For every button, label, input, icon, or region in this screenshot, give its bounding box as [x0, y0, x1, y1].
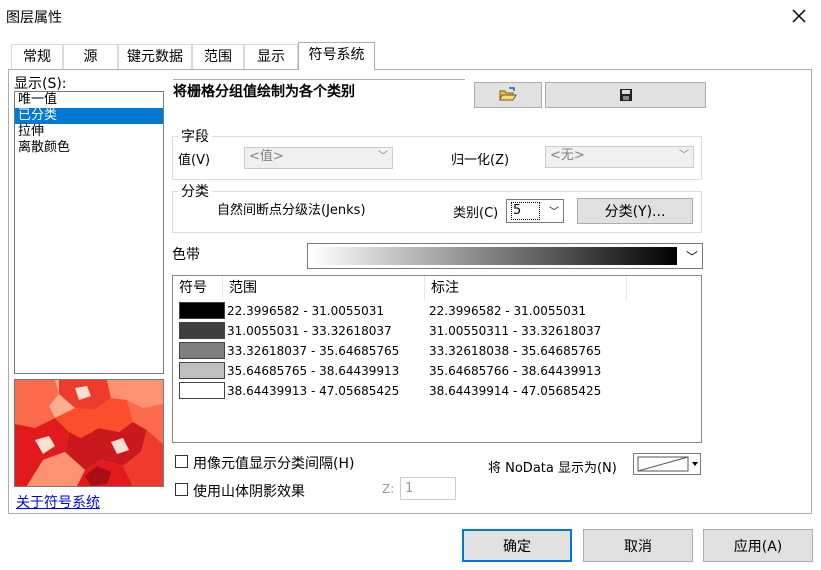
classes-count-select[interactable]: 5 ﹀ [506, 199, 564, 223]
tab-symbology[interactable]: 符号系统 [298, 42, 375, 70]
column-header-range[interactable]: 范围 [223, 276, 425, 300]
tab-key-metadata[interactable]: 键元数据 [118, 44, 192, 69]
use-hillshade-label[interactable]: 使用山体阴影效果 [193, 481, 305, 501]
value-field-select[interactable]: <值> ﹀ [244, 147, 393, 169]
z-factor-input[interactable]: 1 [400, 477, 456, 500]
cancel-button[interactable]: 取消 [583, 529, 693, 562]
classify-button[interactable]: 分类(Y)... [577, 198, 693, 224]
normalize-field-select[interactable]: <无> ﹀ [545, 146, 694, 168]
column-header-symbol[interactable]: 符号 [173, 276, 223, 300]
save-icon [619, 89, 632, 101]
tab-general[interactable]: 常规 [11, 44, 63, 69]
color-ramp-label: 色带 [172, 247, 200, 263]
symbol-swatch[interactable] [179, 382, 225, 399]
symbology-preview-image [14, 379, 164, 487]
title-bar: 图层属性 [0, 0, 821, 34]
table-row[interactable]: 31.0055031 - 33.32618037 31.00550311 - 3… [173, 321, 701, 341]
list-item-classified[interactable]: 已分类 [15, 108, 163, 124]
close-button[interactable] [784, 2, 814, 30]
color-ramp-gradient [311, 247, 677, 265]
range-cell: 31.0055031 - 33.32618037 [227, 324, 392, 338]
list-item-unique-values[interactable]: 唯一值 [15, 92, 163, 108]
save-layer-file-button[interactable] [545, 82, 706, 108]
ok-button[interactable]: 确定 [462, 529, 572, 562]
value-field-selected: <值> [249, 149, 284, 164]
table-row[interactable]: 38.64439913 - 47.05685425 38.64439914 - … [173, 381, 701, 401]
symbol-swatch[interactable] [179, 362, 225, 379]
show-class-breaks-checkbox[interactable] [175, 455, 188, 468]
label-cell[interactable]: 22.3996582 - 31.0055031 [429, 303, 586, 319]
column-header-label[interactable]: 标注 [425, 276, 627, 300]
classification-method: 自然间断点分级法(Jenks) [217, 203, 366, 218]
list-item-stretched[interactable]: 拉伸 [15, 124, 163, 140]
classification-legend: 分类 [178, 181, 212, 201]
symbol-swatch[interactable] [179, 342, 225, 359]
label-cell[interactable]: 38.64439914 - 47.05685425 [429, 383, 601, 399]
classes-label: 类别(C) [453, 206, 499, 221]
nodata-label: 将 NoData 显示为(N) [488, 461, 617, 476]
nodata-color-picker[interactable] [633, 453, 701, 475]
caret-down-icon [692, 462, 698, 466]
label-cell[interactable]: 31.00550311 - 33.32618037 [429, 323, 601, 339]
range-cell: 22.3996582 - 31.0055031 [227, 304, 385, 318]
use-hillshade-checkbox[interactable] [175, 483, 188, 496]
window-title: 图层属性 [6, 10, 62, 26]
normalize-field-selected: <无> [550, 148, 585, 163]
fields-legend: 字段 [178, 126, 212, 146]
range-cell: 35.64685765 - 38.64439913 [227, 364, 400, 378]
symbol-swatch[interactable] [179, 302, 225, 319]
table-row[interactable]: 33.32618037 - 35.64685765 33.32618038 - … [173, 341, 701, 361]
chevron-down-icon: ﹀ [679, 150, 689, 161]
close-icon [792, 9, 806, 23]
value-label: 值(V) [178, 153, 211, 168]
range-cell: 38.64439913 - 47.05685425 [227, 384, 400, 398]
show-label: 显示(S): [14, 76, 67, 92]
color-ramp-select[interactable]: ﹀ [307, 243, 703, 269]
z-factor-label: Z: [382, 482, 395, 496]
chevron-down-icon: ﹀ [549, 207, 559, 218]
tab-extent[interactable]: 范围 [192, 44, 244, 69]
apply-button[interactable]: 应用(A) [703, 529, 813, 562]
folder-open-icon [499, 87, 517, 101]
tab-source[interactable]: 源 [63, 44, 118, 69]
range-cell: 33.32618037 - 35.64685765 [227, 344, 400, 358]
label-cell[interactable]: 35.64685766 - 38.64439913 [429, 363, 601, 379]
open-layer-file-button[interactable] [474, 82, 542, 108]
normalize-label: 归一化(Z) [451, 153, 510, 168]
renderer-list[interactable]: 唯一值 已分类 拉伸 离散颜色 [14, 91, 164, 374]
class-table[interactable]: 符号 范围 标注 22.3996582 - 31.0055031 22.3996… [172, 275, 702, 443]
nodata-swatch-icon [637, 456, 689, 472]
table-row[interactable]: 22.3996582 - 31.0055031 22.3996582 - 31.… [173, 301, 701, 321]
table-row[interactable]: 35.64685765 - 38.64439913 35.64685766 - … [173, 361, 701, 381]
classes-count-value: 5 [511, 202, 541, 220]
renderer-description: 将栅格分组值绘制为各个类别 [173, 79, 465, 101]
label-cell[interactable]: 33.32618038 - 35.64685765 [429, 343, 601, 359]
list-item-discrete-color[interactable]: 离散颜色 [15, 140, 163, 156]
about-symbology-link[interactable]: 关于符号系统 [16, 492, 100, 512]
tab-display[interactable]: 显示 [244, 44, 298, 69]
chevron-down-icon: ﹀ [378, 151, 388, 162]
symbol-swatch[interactable] [179, 322, 225, 339]
show-class-breaks-label[interactable]: 用像元值显示分类间隔(H) [193, 453, 354, 473]
chevron-down-icon: ﹀ [685, 250, 698, 264]
